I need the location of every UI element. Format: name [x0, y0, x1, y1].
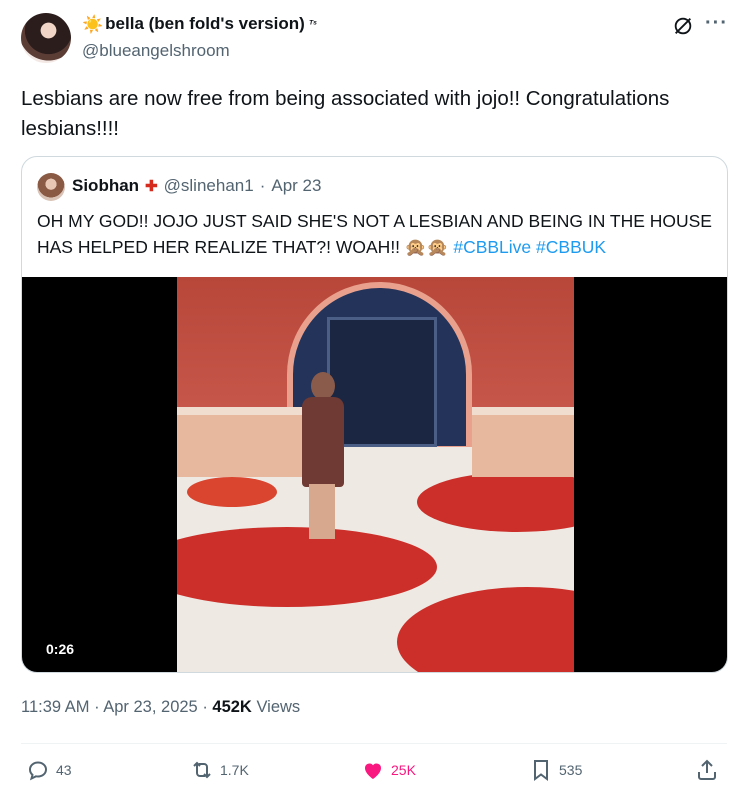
- views-count: 452K: [212, 698, 252, 716]
- repost-count: 1.7K: [220, 762, 249, 778]
- reply-button[interactable]: 43: [26, 758, 72, 782]
- sun-emoji: ☀️: [82, 14, 104, 34]
- quote-text: OH MY GOD!! JOJO JUST SAID SHE'S NOT A L…: [37, 208, 717, 260]
- author-display-name[interactable]: bella (ben fold's version): [105, 14, 305, 34]
- quote-hashtags[interactable]: #CBBLive #CBBUK: [453, 237, 606, 257]
- author-name-suffix: ᵀˢ: [308, 18, 317, 30]
- quote-author-handle[interactable]: @slinehan1: [164, 176, 254, 196]
- quote-date[interactable]: Apr 23: [271, 176, 321, 196]
- person-legs: [309, 484, 335, 539]
- action-bar: 43 1.7K 25K 535: [0, 758, 748, 788]
- like-count: 25K: [391, 762, 416, 778]
- reply-icon: [28, 761, 48, 781]
- person-body: [302, 397, 344, 487]
- video-frame[interactable]: [177, 277, 574, 672]
- quote-date-separator: ·: [259, 176, 266, 195]
- author-name-row[interactable]: ☀️ bella (ben fold's version) ᵀˢ: [82, 14, 317, 34]
- tweet-timestamp[interactable]: 11:39 AM · Apr 23, 2025 ·: [21, 698, 212, 716]
- person-head: [311, 372, 335, 400]
- video-scene-person: [297, 372, 347, 542]
- video-duration-badge: 0:26: [40, 639, 81, 659]
- tweet-avatar[interactable]: [21, 13, 71, 63]
- bookmark-count: 535: [559, 762, 583, 778]
- like-button[interactable]: 25K: [361, 758, 416, 782]
- share-button[interactable]: [695, 758, 719, 782]
- bookmark-icon: [534, 760, 548, 781]
- more-icon[interactable]: ···: [705, 12, 728, 35]
- author-handle[interactable]: @blueangelshroom: [82, 41, 230, 61]
- quote-author-name[interactable]: Siobhan: [72, 176, 139, 196]
- quote-header: Siobhan ✚ @slinehan1 · Apr 23: [72, 176, 321, 196]
- divider: [21, 743, 727, 744]
- quote-avatar[interactable]: [37, 173, 65, 201]
- video-player[interactable]: 0:26: [22, 277, 727, 672]
- tweet-meta: 11:39 AM · Apr 23, 2025 · 452K Views: [21, 698, 300, 717]
- tweet-text: Lesbians are now free from being associa…: [21, 87, 670, 140]
- reply-count: 43: [56, 762, 72, 778]
- flag-icon: ✚: [145, 178, 158, 195]
- quote-text-main: OH MY GOD!! JOJO JUST SAID SHE'S NOT A L…: [37, 211, 712, 257]
- repost-button[interactable]: 1.7K: [190, 758, 249, 782]
- video-scene-bed: [472, 407, 574, 477]
- video-scene-bed: [177, 407, 307, 477]
- repost-icon: [193, 761, 211, 779]
- views-label: Views: [251, 698, 301, 716]
- grok-icon[interactable]: [672, 15, 694, 37]
- quoted-tweet[interactable]: Siobhan ✚ @slinehan1 · Apr 23 OH MY GOD!…: [21, 156, 728, 673]
- bookmark-button[interactable]: 535: [529, 758, 582, 782]
- like-icon: [365, 763, 381, 779]
- video-scene-table: [187, 477, 277, 507]
- share-icon: [698, 759, 716, 780]
